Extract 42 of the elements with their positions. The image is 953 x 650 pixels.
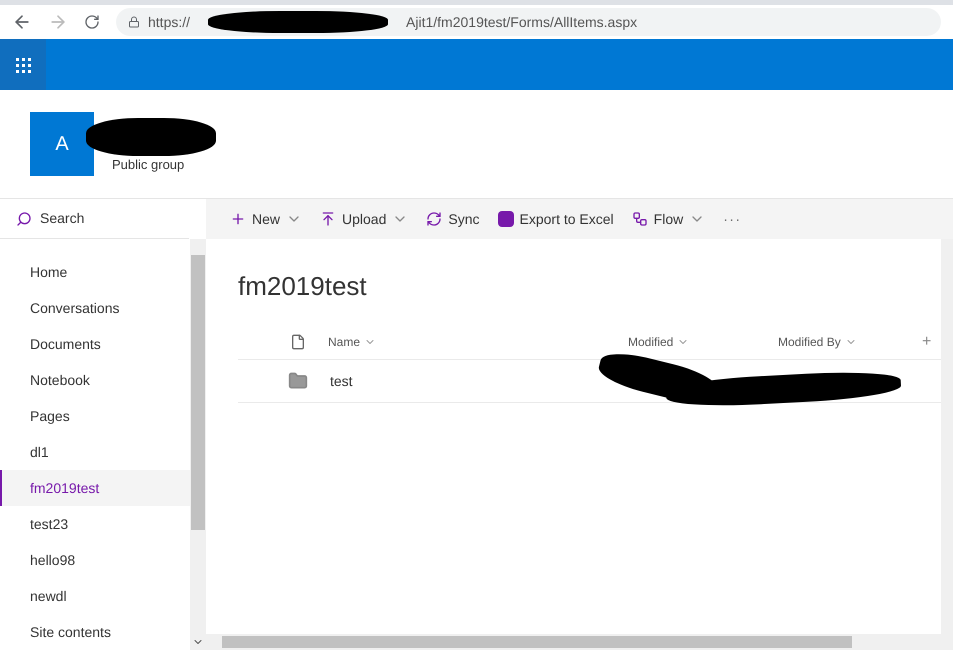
app-launcher-button[interactable] bbox=[0, 39, 46, 90]
plus-icon bbox=[230, 211, 246, 227]
spreadsheet-icon bbox=[498, 211, 514, 227]
command-button[interactable]: Sync bbox=[426, 208, 480, 230]
flow-icon bbox=[632, 211, 648, 227]
nav-link[interactable]: test23 bbox=[0, 506, 190, 542]
column-header[interactable]: Name bbox=[328, 332, 376, 350]
scrollbar[interactable] bbox=[190, 239, 206, 650]
sync-icon bbox=[426, 211, 442, 227]
search-icon bbox=[16, 210, 32, 226]
waffle-icon bbox=[15, 56, 31, 72]
nav-link[interactable]: hello98 bbox=[0, 542, 190, 578]
add-column-button[interactable]: + bbox=[922, 330, 932, 354]
more-button[interactable]: ··· bbox=[723, 208, 742, 230]
search-placeholder: Search bbox=[40, 209, 84, 228]
command-button[interactable]: New bbox=[230, 208, 302, 230]
column-header[interactable]: Modified bbox=[628, 332, 690, 350]
reload-icon[interactable] bbox=[84, 14, 100, 30]
command-button[interactable]: Upload bbox=[320, 208, 408, 230]
nav-link[interactable]: Home bbox=[0, 254, 190, 290]
lock-icon bbox=[128, 16, 140, 28]
url-path: Ajit1/fm2019test/Forms/AllItems.aspx bbox=[406, 12, 638, 32]
search-field[interactable]: Search bbox=[0, 199, 189, 239]
command-button[interactable]: Export to Excel bbox=[498, 208, 614, 230]
address-bar[interactable]: https:// Ajit1/fm2019test/Forms/AllItems.aspx bbox=[116, 8, 941, 36]
item-name-link[interactable]: test bbox=[330, 370, 353, 392]
command-button[interactable]: Flow bbox=[632, 208, 706, 230]
nav-link[interactable]: Documents bbox=[0, 326, 190, 362]
nav-link[interactable]: Pages bbox=[0, 398, 190, 434]
site-logo: A bbox=[30, 112, 94, 176]
nav-link[interactable]: fm2019test bbox=[0, 470, 190, 506]
nav-link[interactable]: newdl bbox=[0, 578, 190, 614]
file-type-icon bbox=[290, 334, 306, 350]
nav-link[interactable]: Conversations bbox=[0, 290, 190, 326]
url-scheme: https:// bbox=[148, 12, 190, 32]
nav-link[interactable]: Site contents bbox=[0, 614, 190, 650]
site-subtitle: Public group bbox=[112, 156, 184, 174]
nav-link[interactable]: Notebook bbox=[0, 362, 190, 398]
library-title: fm2019test bbox=[238, 270, 368, 303]
column-header[interactable]: Modified By bbox=[778, 332, 857, 350]
nav-link[interactable]: dl1 bbox=[0, 434, 190, 470]
folder-icon bbox=[288, 371, 308, 391]
